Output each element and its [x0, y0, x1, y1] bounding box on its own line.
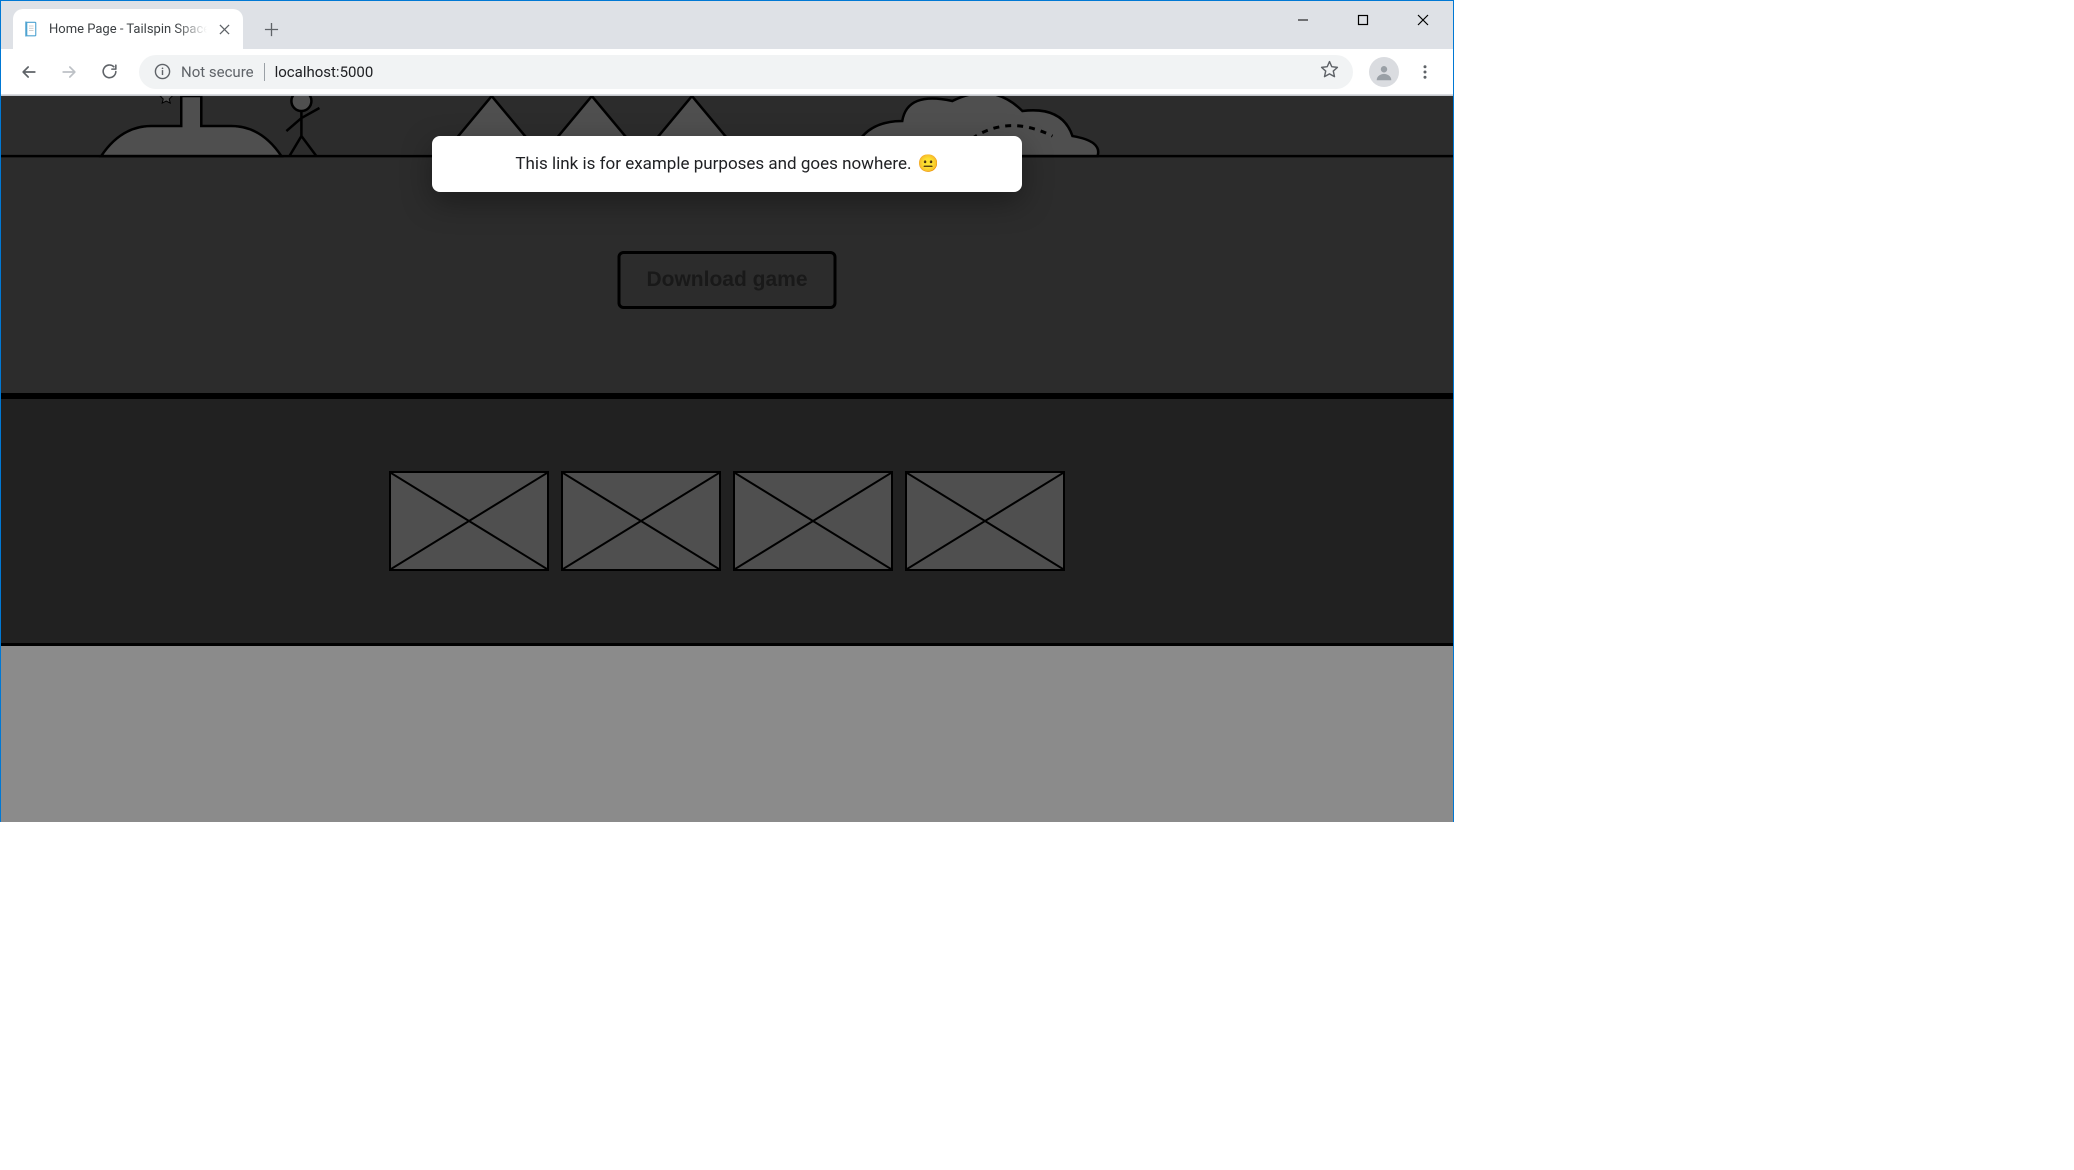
- bookmark-star-icon[interactable]: [1320, 60, 1339, 83]
- modal-backdrop[interactable]: [1, 96, 1453, 822]
- info-icon[interactable]: [153, 63, 171, 81]
- browser-chrome: Home Page - Tailspin SpaceGame N: [1, 1, 1453, 96]
- page-viewport: Download game This link is for example p…: [1, 96, 1453, 822]
- close-tab-icon[interactable]: [215, 20, 233, 38]
- minimize-button[interactable]: [1273, 1, 1333, 39]
- page-favicon-icon: [23, 20, 41, 38]
- tab-strip: Home Page - Tailspin SpaceGame: [1, 1, 1453, 49]
- security-status-label: Not secure: [181, 63, 265, 81]
- kebab-menu-icon[interactable]: [1407, 54, 1443, 90]
- back-button[interactable]: [11, 54, 47, 90]
- reload-button[interactable]: [91, 54, 127, 90]
- browser-tab[interactable]: Home Page - Tailspin SpaceGame: [13, 9, 243, 49]
- tab-title: Home Page - Tailspin SpaceGame: [49, 22, 207, 37]
- toast-message: This link is for example purposes and go…: [515, 154, 911, 174]
- new-tab-button[interactable]: [255, 13, 287, 45]
- toast-notification: This link is for example purposes and go…: [432, 136, 1022, 192]
- address-bar[interactable]: Not secure localhost:5000: [139, 55, 1353, 89]
- neutral-face-emoji-icon: 😐: [917, 154, 938, 174]
- window-controls: [1273, 1, 1453, 39]
- profile-button[interactable]: [1369, 57, 1399, 87]
- url-text: localhost:5000: [275, 63, 374, 81]
- maximize-button[interactable]: [1333, 1, 1393, 39]
- close-window-button[interactable]: [1393, 1, 1453, 39]
- forward-button[interactable]: [51, 54, 87, 90]
- browser-toolbar: Not secure localhost:5000: [1, 49, 1453, 95]
